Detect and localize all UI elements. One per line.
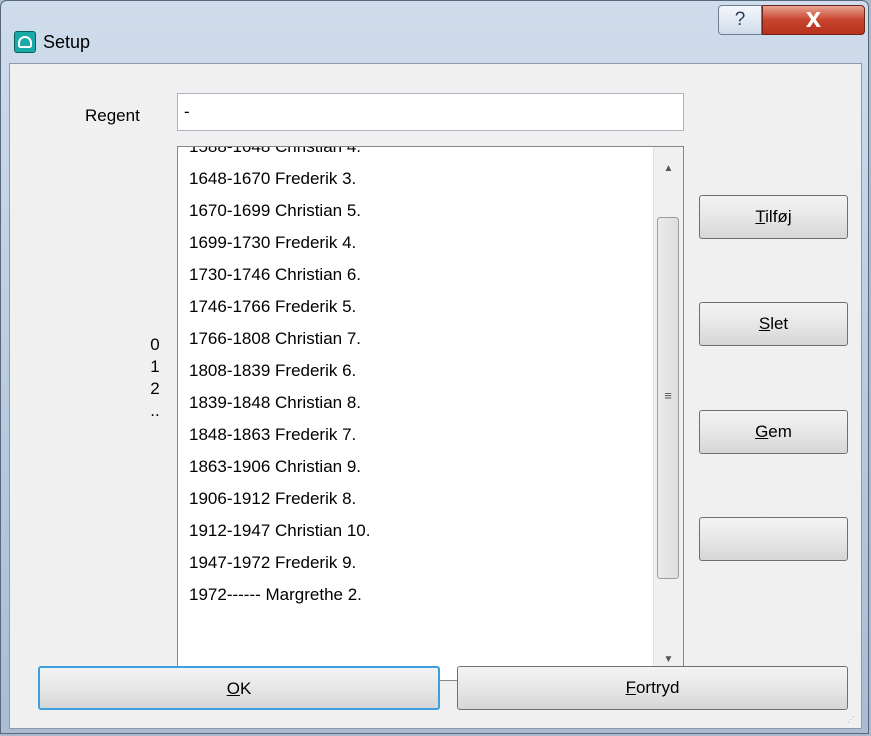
button-label: K	[239, 679, 252, 698]
close-button[interactable]: X	[762, 5, 865, 35]
mnemonic: O	[226, 679, 240, 698]
button-label: let	[770, 314, 789, 333]
fortryd-button[interactable]: Fortryd	[457, 666, 848, 710]
mnemonic: T	[755, 207, 766, 226]
resize-grip-icon[interactable]: ⋰	[847, 715, 855, 724]
list-item[interactable]: 1808-1839 Frederik 6.	[189, 355, 370, 387]
regent-listbox[interactable]: 1588-1648 Christian 4. 1648-1670 Frederi…	[177, 146, 684, 681]
list-item[interactable]: 1863-1906 Christian 9.	[189, 451, 370, 483]
list-item[interactable]: 1848-1863 Frederik 7.	[189, 419, 370, 451]
index-labels: 0 1 2 ..	[145, 334, 165, 422]
mnemonic: S	[758, 314, 771, 333]
list-item[interactable]: 1746-1766 Frederik 5.	[189, 291, 370, 323]
list-item[interactable]: 1972------ Margrethe 2.	[189, 579, 370, 611]
button-label: em	[768, 422, 792, 441]
scroll-up-arrow-icon[interactable]: ▲	[654, 155, 683, 183]
title-bar[interactable]: Setup ? X	[1, 1, 868, 63]
dialog-body: Regent 0 1 2 .. 1588-1648 Christian 4. 1…	[9, 63, 862, 729]
list-item[interactable]: 1699-1730 Frederik 4.	[189, 227, 370, 259]
list-items: 1588-1648 Christian 4. 1648-1670 Frederi…	[189, 147, 370, 611]
index-label: 0	[150, 335, 160, 354]
mnemonic: F	[625, 678, 636, 697]
list-item[interactable]: 1912-1947 Christian 10.	[189, 515, 370, 547]
scroll-thumb[interactable]: ≡	[657, 217, 679, 579]
regent-input[interactable]	[177, 93, 684, 131]
setup-dialog: Setup ? X Regent 0 1 2 .. 1588-1648 Chri…	[0, 0, 869, 734]
list-item[interactable]: 1839-1848 Christian 8.	[189, 387, 370, 419]
tilfoej-button[interactable]: Tilføj	[699, 195, 848, 239]
regent-label: Regent	[85, 106, 140, 125]
index-label: 1	[150, 357, 160, 376]
vertical-scrollbar[interactable]: ▲ ≡ ▼	[653, 147, 683, 680]
gem-button[interactable]: Gem	[699, 410, 848, 454]
list-item[interactable]: 1766-1808 Christian 7.	[189, 323, 370, 355]
mnemonic: G	[755, 422, 769, 441]
list-item[interactable]: 1730-1746 Christian 6.	[189, 259, 370, 291]
window-title: Setup	[43, 32, 91, 52]
list-item[interactable]: 1648-1670 Frederik 3.	[189, 163, 370, 195]
list-item[interactable]: 1670-1699 Christian 5.	[189, 195, 370, 227]
ok-button[interactable]: OK	[38, 666, 440, 710]
button-label: ilføj	[765, 207, 792, 226]
index-label: 2	[150, 379, 160, 398]
button-label: ortryd	[635, 678, 680, 697]
close-icon: X	[805, 8, 822, 32]
app-icon	[14, 31, 36, 53]
list-item[interactable]: 1906-1912 Frederik 8.	[189, 483, 370, 515]
grip-icon: ≡	[664, 388, 672, 403]
list-item[interactable]: 1947-1972 Frederik 9.	[189, 547, 370, 579]
help-icon: ?	[734, 9, 746, 30]
index-label: ..	[150, 401, 160, 420]
slet-button[interactable]: Slet	[699, 302, 848, 346]
blank-button[interactable]	[699, 517, 848, 561]
help-button[interactable]: ?	[718, 5, 762, 35]
list-item[interactable]: 1588-1648 Christian 4.	[189, 147, 370, 163]
